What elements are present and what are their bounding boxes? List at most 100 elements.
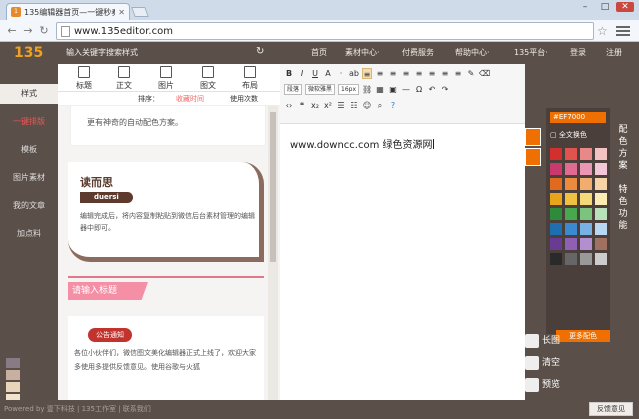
browser-menu-icon[interactable] xyxy=(616,24,630,36)
preview-button[interactable]: 预览 xyxy=(525,376,569,394)
palette-swatch[interactable] xyxy=(550,238,562,250)
justify-button[interactable]: ≡ xyxy=(401,68,411,79)
unordered-list-icon[interactable]: ☷ xyxy=(349,100,359,111)
palette-swatch[interactable] xyxy=(595,178,607,190)
refresh-icon[interactable]: ↻ xyxy=(256,46,264,57)
color-hex-input[interactable]: #EF7000 xyxy=(550,112,606,123)
long-image-button[interactable]: 长图 xyxy=(525,332,569,350)
full-recolor-checkbox[interactable]: ▢ 全文换色 xyxy=(550,130,587,140)
palette-swatch[interactable] xyxy=(565,208,577,220)
tab-image-style[interactable]: 图片 xyxy=(150,66,182,91)
sidebar-item-images[interactable]: 图片素材 xyxy=(0,168,58,188)
italic-button[interactable]: I xyxy=(297,68,307,79)
nav-help[interactable]: 帮助中心· xyxy=(455,47,490,58)
theme-swatch[interactable] xyxy=(6,382,20,392)
sidebar-item-styles[interactable]: 样式 xyxy=(0,84,58,104)
palette-swatch[interactable] xyxy=(550,223,562,235)
sidebar-item-layout[interactable]: 一键排版 xyxy=(0,112,58,132)
nav-materials[interactable]: 素材中心· xyxy=(345,47,380,58)
palette-swatch[interactable] xyxy=(565,253,577,265)
reload-icon[interactable]: ↻ xyxy=(36,23,52,39)
underline-button[interactable]: U xyxy=(310,68,320,79)
palette-swatch[interactable] xyxy=(595,238,607,250)
font-family-select[interactable]: 微软雅黑 xyxy=(305,83,336,95)
color-scheme-tab[interactable]: 配色方案 xyxy=(615,124,631,172)
palette-swatch[interactable] xyxy=(565,163,577,175)
align-center-button[interactable]: ≡ xyxy=(375,68,385,79)
editor-content-area[interactable]: www.downcc.com 绿色资源网 xyxy=(280,124,525,400)
copy-icon[interactable] xyxy=(525,128,541,146)
eraser-icon[interactable]: ⌫ xyxy=(479,68,490,79)
palette-swatch[interactable] xyxy=(580,148,592,160)
redo-icon[interactable]: ↷ xyxy=(440,84,450,95)
window-close-icon[interactable]: ✕ xyxy=(616,2,634,12)
indent-button[interactable]: ≡ xyxy=(414,68,424,79)
palette-swatch[interactable] xyxy=(595,223,607,235)
palette-swatch[interactable] xyxy=(550,163,562,175)
forward-icon[interactable]: → xyxy=(20,23,36,39)
align-right-button[interactable]: ≡ xyxy=(388,68,398,79)
omega-icon[interactable]: Ω xyxy=(414,84,424,95)
palette-swatch[interactable] xyxy=(550,178,562,190)
search-input[interactable]: 输入关键字搜索样式 xyxy=(66,47,138,58)
hr-icon[interactable]: — xyxy=(401,84,411,95)
palette-swatch[interactable] xyxy=(565,148,577,160)
palette-swatch[interactable] xyxy=(580,253,592,265)
editor-text[interactable]: www.downcc.com 绿色资源网 xyxy=(290,136,434,151)
image-insert-icon[interactable]: ▣ xyxy=(388,84,398,95)
palette-swatch[interactable] xyxy=(595,253,607,265)
palette-swatch[interactable] xyxy=(565,238,577,250)
sort-use-count[interactable]: 使用次数 xyxy=(230,94,258,104)
palette-swatch[interactable] xyxy=(550,253,562,265)
theme-swatch[interactable] xyxy=(6,370,20,380)
address-bar[interactable]: www.135editor.com xyxy=(56,22,594,40)
find-icon[interactable]: ⌕ xyxy=(375,100,385,111)
palette-swatch[interactable] xyxy=(550,193,562,205)
align-left-button[interactable]: ≡ xyxy=(362,67,372,79)
save-icon[interactable] xyxy=(525,148,541,166)
minimize-icon[interactable]: – xyxy=(576,2,594,12)
font-color-button[interactable]: A xyxy=(323,68,333,79)
sidebar-item-articles[interactable]: 我的文章 xyxy=(0,196,58,216)
tab-title-style[interactable]: 标题 xyxy=(68,66,100,91)
quote-icon[interactable]: ❝ xyxy=(297,100,307,111)
features-tab[interactable]: 特色功能 xyxy=(615,184,631,232)
clear-button[interactable]: 清空 xyxy=(525,354,569,372)
link-icon[interactable]: ⛓ xyxy=(362,84,372,95)
ordered-list-icon[interactable]: ☰ xyxy=(336,100,346,111)
bold-button[interactable]: B xyxy=(284,68,294,79)
undo-icon[interactable]: ↶ xyxy=(427,84,437,95)
new-tab-button[interactable] xyxy=(131,7,149,17)
tab-close-icon[interactable]: ✕ xyxy=(118,8,125,17)
superscript-icon[interactable]: x² xyxy=(323,100,333,111)
palette-swatch[interactable] xyxy=(595,163,607,175)
bookmark-star-icon[interactable]: ☆ xyxy=(597,24,608,38)
highlight-button[interactable]: ab xyxy=(349,68,359,79)
nav-platform[interactable]: 135平台· xyxy=(514,47,548,58)
sidebar-item-extras[interactable]: 加点料 xyxy=(0,224,58,244)
feedback-button[interactable]: 反馈意见 xyxy=(589,402,633,416)
emoji-icon[interactable]: ☺ xyxy=(362,100,372,111)
scroll-thumb[interactable] xyxy=(270,112,276,262)
palette-swatch[interactable] xyxy=(550,208,562,220)
template-card[interactable]: 更有神奇的自动配色方案。 xyxy=(70,106,266,146)
outdent-button[interactable]: ≡ xyxy=(427,68,437,79)
font-size-select[interactable]: 16px xyxy=(338,83,360,95)
template-card-duersi[interactable]: 读而思 duersi 编辑完成后，将内容复制粘贴到微信后台素材管理的编辑器中即可… xyxy=(68,162,264,262)
tab-imagetext-style[interactable]: 图文 xyxy=(192,66,224,91)
maximize-icon[interactable]: □ xyxy=(596,2,614,12)
palette-swatch[interactable] xyxy=(580,193,592,205)
palette-swatch[interactable] xyxy=(565,193,577,205)
back-icon[interactable]: ← xyxy=(4,23,20,39)
subscript-icon[interactable]: x₂ xyxy=(310,100,320,111)
palette-swatch[interactable] xyxy=(580,223,592,235)
browser-tab[interactable]: 1 135编辑器首页—一键秒奏 ✕ xyxy=(6,3,130,20)
palette-swatch[interactable] xyxy=(595,148,607,160)
palette-swatch[interactable] xyxy=(580,238,592,250)
palette-swatch[interactable] xyxy=(565,223,577,235)
palette-swatch[interactable] xyxy=(550,148,562,160)
template-card-notice[interactable]: 公告通知 各位小伙伴们，微信图文美化编辑器正式上线了，欢迎大家多使用多提供反馈意… xyxy=(68,316,264,400)
tab-body-style[interactable]: 正文 xyxy=(108,66,140,91)
table-icon[interactable]: ▦ xyxy=(375,84,385,95)
tab-layout-style[interactable]: 布局 xyxy=(234,66,266,91)
